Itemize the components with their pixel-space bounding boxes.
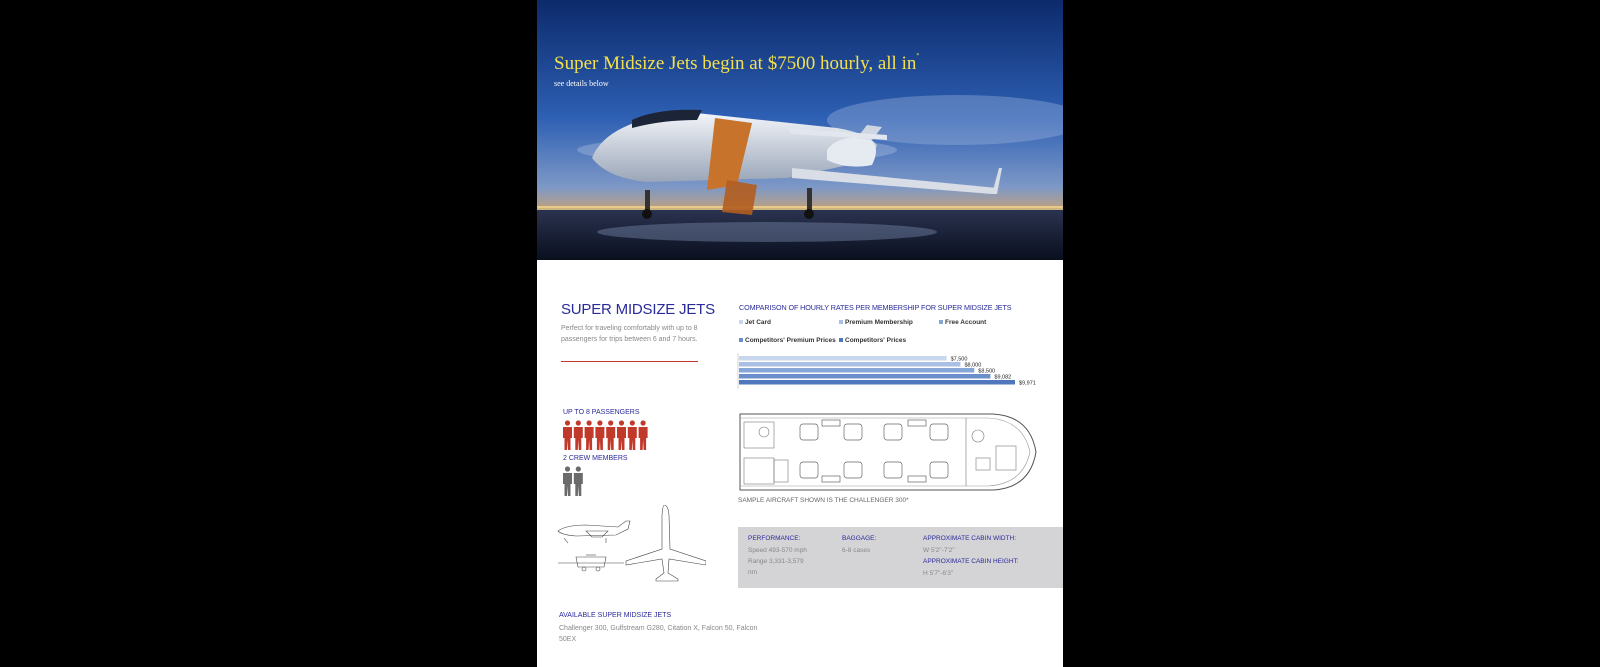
- chart-value-label: $9,082: [994, 375, 1011, 381]
- legend-swatch: [939, 320, 943, 325]
- legend-item: Free Account: [939, 319, 986, 326]
- performance-label: PERFORMANCE:: [748, 535, 801, 542]
- range-value: Range 3,331-3,579: [748, 558, 804, 565]
- chart-bar: [739, 368, 975, 373]
- legend-swatch: [739, 320, 743, 325]
- hero-banner: Super Midsize Jets begin at $7500 hourly…: [537, 0, 1063, 260]
- passenger-icon: [638, 420, 648, 450]
- baggage-value: 6-8 cases: [842, 547, 871, 554]
- crew-icon: [573, 466, 583, 496]
- legend-swatch: [839, 338, 843, 343]
- chart-bar: [739, 380, 1015, 385]
- chart-bar: [739, 362, 961, 367]
- baggage-label: BAGGAGE:: [842, 535, 877, 542]
- passenger-icon: [627, 420, 637, 450]
- available-jets-title: AVAILABLE SUPER MIDSIZE JETS: [559, 612, 672, 619]
- chart-title: COMPARISON OF HOURLY RATES PER MEMBERSHI…: [739, 303, 1012, 312]
- rates-bar-chart: $7,500$8,000$8,500$9,082$9,971: [737, 353, 1036, 389]
- legend-label: Free Account: [945, 319, 987, 326]
- crew-label: 2 CREW MEMBERS: [563, 455, 628, 462]
- hero-subhead: see details below: [554, 79, 609, 88]
- range-unit: nm: [748, 569, 758, 576]
- legend-item: Competitors' Premium Prices: [739, 337, 836, 344]
- legend-swatch: [739, 338, 743, 343]
- chart-bar: [739, 356, 947, 361]
- brochure-page: Super Midsize Jets begin at $7500 hourly…: [537, 0, 1063, 667]
- passenger-icon: [584, 420, 594, 450]
- cabin-height-label: APPROXIMATE CABIN HEIGHT:: [923, 558, 1019, 565]
- passenger-icons: [563, 420, 648, 450]
- passengers-label: UP TO 8 PASSENGERS: [563, 409, 640, 416]
- jet-photo: [537, 0, 1063, 260]
- legend-label: Competitors' Premium Prices: [745, 337, 836, 344]
- specs-panel: PERFORMANCE: Speed 493-570 mph Range 3,3…: [738, 527, 1063, 588]
- passenger-icon: [595, 420, 605, 450]
- aircraft-three-view: [557, 505, 706, 582]
- chart-value-label: $8,500: [978, 369, 995, 375]
- section-description: Perfect for traveling comfortably with u…: [561, 325, 698, 343]
- floorplan-caption: SAMPLE AIRCRAFT SHOWN IS THE CHALLENGER …: [738, 497, 909, 504]
- cabin-height-value: H 5'7"-6'3": [923, 570, 954, 577]
- legend-item: Premium Membership: [839, 319, 913, 326]
- passenger-icon: [617, 420, 626, 450]
- legend-swatch: [839, 320, 843, 325]
- cabin-width-value: W 5'2"-7'2": [923, 547, 955, 554]
- legend-item: Competitors' Prices: [839, 337, 906, 344]
- speed-value: Speed 493-570 mph: [748, 547, 807, 554]
- divider: [561, 361, 698, 362]
- section-title: SUPER MIDSIZE JETS: [561, 301, 715, 318]
- passenger-icon: [573, 420, 583, 450]
- passenger-icon: [606, 420, 616, 450]
- available-jets-list: Challenger 300, Gulfstream G280, Citatio…: [559, 625, 758, 643]
- cabin-width-label: APPROXIMATE CABIN WIDTH:: [923, 535, 1017, 542]
- chart-bar: [739, 374, 991, 379]
- legend-label: Competitors' Prices: [845, 337, 907, 344]
- cabin-floorplan: [739, 413, 1037, 491]
- legend-label: Premium Membership: [845, 319, 913, 326]
- chart-value-label: $9,971: [1019, 381, 1036, 387]
- hero-headline: Super Midsize Jets begin at $7500 hourly…: [554, 53, 920, 74]
- legend-label: Jet Card: [745, 319, 772, 326]
- passenger-icon: [563, 420, 572, 450]
- crew-icon: [563, 466, 572, 496]
- legend-item: Jet Card: [739, 319, 771, 326]
- crew-icons: [563, 466, 583, 496]
